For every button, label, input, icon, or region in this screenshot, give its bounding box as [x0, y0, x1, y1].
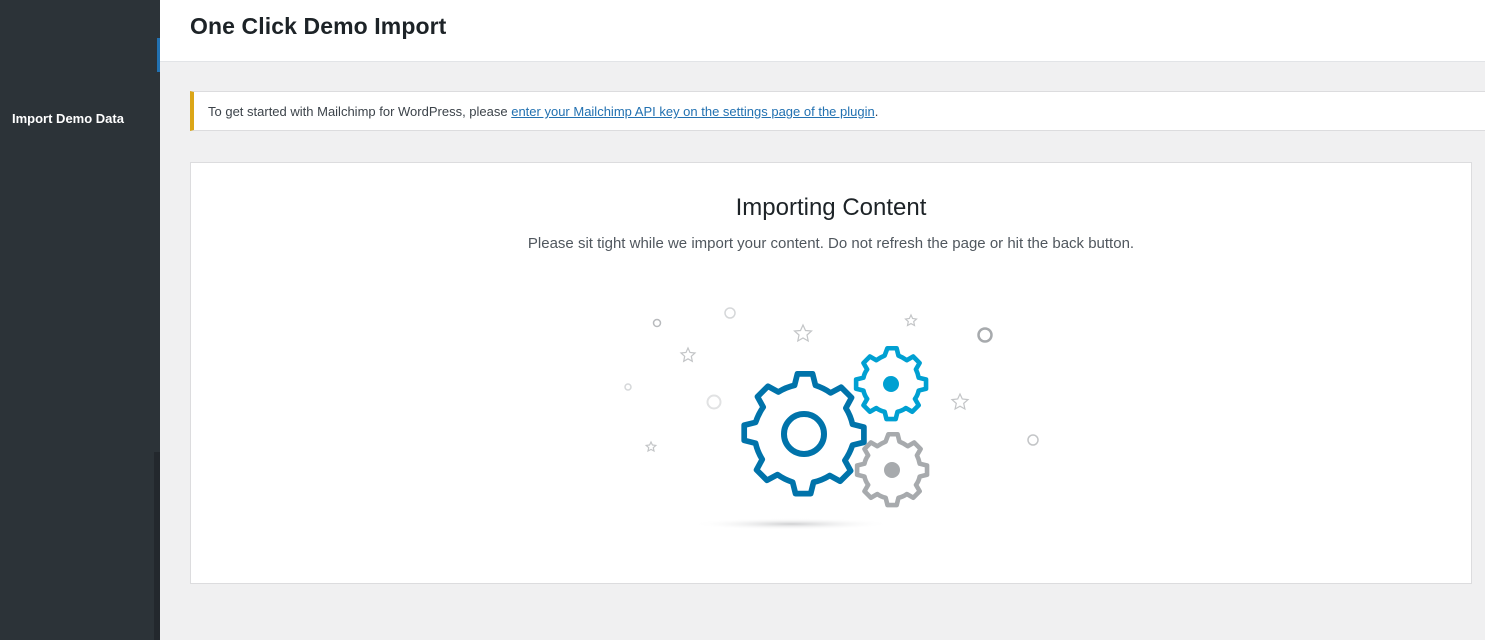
decor-circles	[624, 307, 1039, 446]
mailchimp-settings-link[interactable]: enter your Mailchimp API key on the sett…	[511, 104, 875, 119]
page-title: One Click Demo Import	[190, 13, 447, 39]
page-header: One Click Demo Import	[160, 0, 1485, 62]
import-title: Importing Content	[735, 194, 927, 221]
gears-shadow	[691, 518, 891, 530]
sidebar-item-import-demo-data[interactable]: Import Demo Data	[12, 111, 124, 126]
notice-text-before: To get started with Mailchimp for WordPr…	[208, 104, 512, 119]
import-content-panel: Importing Content Please sit tight while…	[190, 162, 1472, 584]
sidebar-scroll-shadow	[154, 452, 160, 640]
decor-stars	[644, 313, 970, 453]
admin-sidebar: Import Demo Data	[0, 0, 160, 640]
large-gear-icon	[741, 371, 867, 497]
mailchimp-notice: To get started with Mailchimp for WordPr…	[190, 91, 1485, 131]
small-gray-gear-icon	[854, 431, 930, 508]
importing-gears-illustration	[624, 307, 1039, 530]
import-subtitle: Please sit tight while we import your co…	[527, 235, 1135, 252]
small-blue-gear-icon	[853, 345, 929, 422]
notice-text-after: .	[874, 104, 879, 119]
